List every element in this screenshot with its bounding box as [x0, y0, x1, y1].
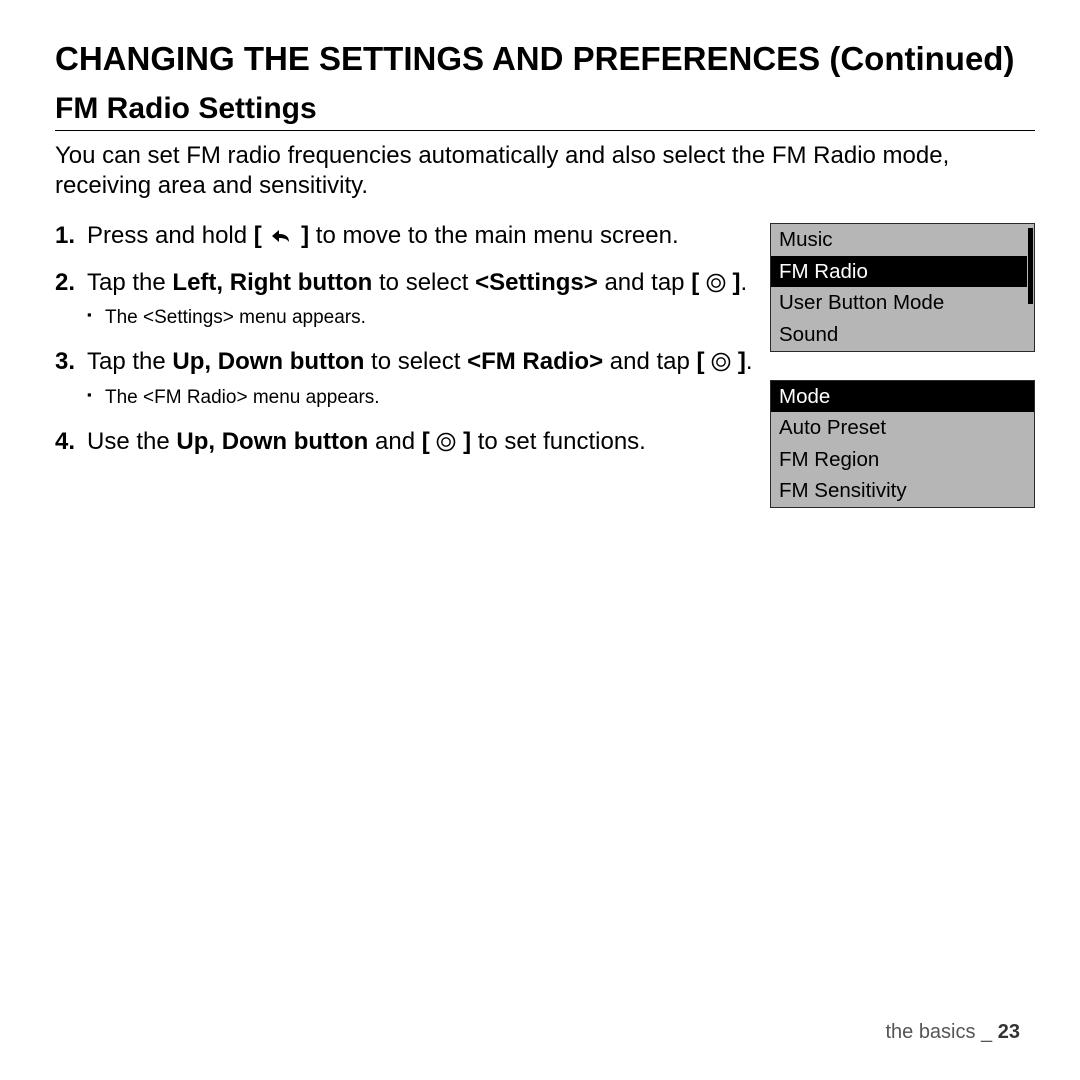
settings-menu-panel: Music FM Radio User Button Mode Sound — [770, 223, 1035, 352]
step-4-text-d: to set functions. — [471, 428, 646, 455]
step-4-text-c: and — [368, 428, 421, 455]
step-3-text-f: . — [746, 348, 753, 375]
menu-item-sound: Sound — [771, 319, 1027, 351]
menu-item-fm-sensitivity: FM Sensitivity — [771, 475, 1034, 507]
step-4-text-a: Use the — [87, 428, 176, 455]
step-2-text-a: Tap the — [87, 269, 172, 296]
select-icon — [711, 352, 731, 372]
back-icon — [268, 226, 294, 246]
footer-section: the basics _ — [885, 1021, 997, 1043]
step-3-sub: The <FM Radio> menu appears. — [87, 386, 758, 411]
fm-radio-menu-panel: Mode Auto Preset FM Region FM Sensitivit… — [770, 380, 1035, 509]
step-4-bold-1: Up, Down button — [176, 428, 368, 455]
select-icon — [436, 432, 456, 452]
select-icon — [706, 273, 726, 293]
menu-item-user-button-mode: User Button Mode — [771, 287, 1027, 319]
step-2-text-c: to select — [372, 269, 475, 296]
step-2-bold-2: <Settings> — [475, 269, 598, 296]
step-2-bold-1: Left, Right button — [172, 269, 372, 296]
step-3-bold-1: Up, Down button — [172, 348, 364, 375]
step-3-bold-2: <FM Radio> — [467, 348, 603, 375]
section-title: FM Radio Settings — [55, 92, 1035, 131]
step-3-text-e: and tap — [603, 348, 696, 375]
step-2: Tap the Left, Right button to select <Se… — [55, 268, 758, 331]
step-1-text-a: Press and hold — [87, 222, 254, 249]
menu-item-fm-region: FM Region — [771, 444, 1034, 476]
menu-item-fm-radio: FM Radio — [771, 256, 1027, 288]
step-3-text-c: to select — [364, 348, 467, 375]
menu-item-mode: Mode — [771, 381, 1034, 413]
page-number: 23 — [998, 1021, 1020, 1043]
step-2-sub: The <Settings> menu appears. — [87, 306, 758, 331]
step-3: Tap the Up, Down button to select <FM Ra… — [55, 347, 758, 410]
menu-item-auto-preset: Auto Preset — [771, 412, 1034, 444]
step-1-text-b: to move to the main menu screen. — [309, 222, 679, 249]
intro-text: You can set FM radio frequencies automat… — [55, 141, 1035, 201]
step-4: Use the Up, Down button and [ ] to set f… — [55, 427, 758, 458]
menu-item-music: Music — [771, 224, 1027, 256]
step-2-text-f: . — [741, 269, 748, 296]
step-3-text-a: Tap the — [87, 348, 172, 375]
page-title: CHANGING THE SETTINGS AND PREFERENCES (C… — [55, 40, 1035, 78]
step-list: Press and hold [ ] to move to the main m… — [55, 221, 758, 457]
page-footer: the basics _ 23 — [885, 1021, 1020, 1044]
step-2-text-e: and tap — [598, 269, 691, 296]
step-1: Press and hold [ ] to move to the main m… — [55, 221, 758, 252]
scrollbar — [1028, 228, 1033, 304]
